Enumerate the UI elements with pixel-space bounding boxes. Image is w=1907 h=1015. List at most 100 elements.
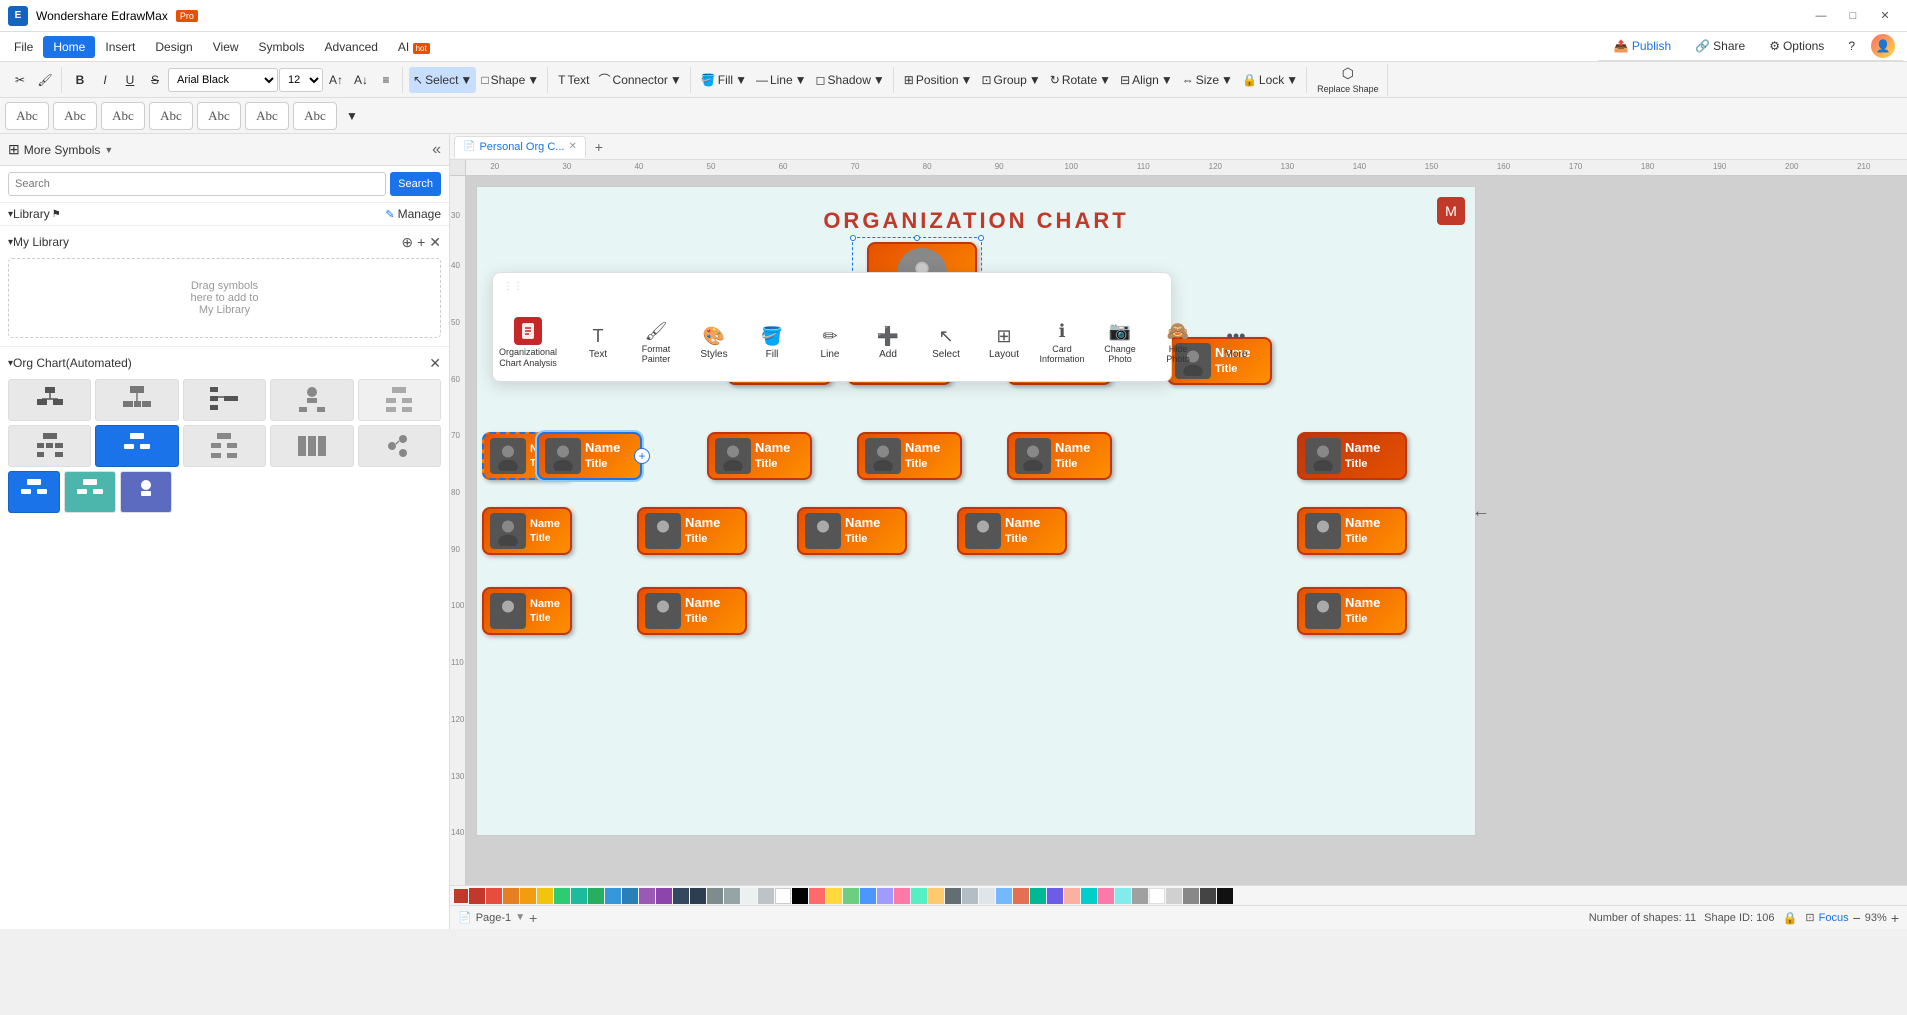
- close-tab-button[interactable]: ✕: [568, 141, 576, 152]
- color-swatch-gray2[interactable]: [724, 888, 740, 904]
- org-template-3[interactable]: [183, 379, 266, 421]
- increase-font-button[interactable]: A↑: [324, 67, 348, 93]
- shape-button[interactable]: □ Shape ▼: [477, 67, 543, 93]
- color-swatch-ex6[interactable]: [894, 888, 910, 904]
- ft-format-painter[interactable]: 🖌 FormatPainter: [631, 317, 681, 370]
- menu-advanced[interactable]: Advanced: [315, 36, 388, 58]
- shape-swatch-2[interactable]: Abc: [53, 102, 97, 130]
- color-swatch-purple2[interactable]: [656, 888, 672, 904]
- color-swatch-ex3[interactable]: [843, 888, 859, 904]
- color-swatch-ex13[interactable]: [1013, 888, 1029, 904]
- color-swatch-ex14[interactable]: [1030, 888, 1046, 904]
- drag-handle[interactable]: ⋮⋮: [503, 281, 511, 305]
- shadow-button[interactable]: ◻ Shadow ▼: [812, 67, 889, 93]
- group-button[interactable]: ⊡ Group ▼: [977, 67, 1044, 93]
- minimize-button[interactable]: —: [1807, 6, 1835, 26]
- ft-more[interactable]: ••• More: [1211, 322, 1261, 364]
- color-swatch-ex17[interactable]: [1081, 888, 1097, 904]
- ft-styles[interactable]: 🎨 Styles: [689, 322, 739, 364]
- color-swatch-ex1[interactable]: [809, 888, 825, 904]
- collapse-panel-button[interactable]: «: [432, 141, 441, 159]
- ft-card-info[interactable]: ℹ CardInformation: [1037, 317, 1087, 370]
- ft-change-photo[interactable]: 📷 ChangePhoto: [1095, 317, 1145, 370]
- color-swatch-yellow[interactable]: [537, 888, 553, 904]
- card-row3-4[interactable]: Name Title: [1007, 432, 1112, 480]
- share-button[interactable]: 🔗 Share: [1687, 37, 1753, 55]
- color-swatch-red1[interactable]: [469, 888, 485, 904]
- publish-button[interactable]: 📤 Publish: [1606, 37, 1679, 55]
- color-swatch-ex2[interactable]: [826, 888, 842, 904]
- add-connection-button[interactable]: +: [634, 448, 650, 464]
- options-button[interactable]: ⚙ Options: [1761, 37, 1832, 55]
- org-template-8[interactable]: [183, 425, 266, 467]
- ft-layout[interactable]: ⊞ Layout: [979, 322, 1029, 364]
- color-swatch-ex10[interactable]: [962, 888, 978, 904]
- menu-insert[interactable]: Insert: [95, 36, 145, 58]
- text-button[interactable]: T Text: [554, 67, 593, 93]
- color-swatch-green2[interactable]: [588, 888, 604, 904]
- maximize-button[interactable]: □: [1839, 6, 1867, 26]
- menu-symbols[interactable]: Symbols: [249, 36, 315, 58]
- color-swatch-ex21[interactable]: [1149, 888, 1165, 904]
- user-avatar[interactable]: 👤: [1871, 34, 1895, 58]
- color-swatch-gray1[interactable]: [707, 888, 723, 904]
- page-dropdown[interactable]: ▼: [515, 912, 525, 923]
- color-swatch-blue2[interactable]: [622, 888, 638, 904]
- shape-swatch-5[interactable]: Abc: [197, 102, 241, 130]
- add-to-library-button[interactable]: +: [417, 234, 425, 251]
- card-row4-2[interactable]: Name Title: [797, 507, 907, 555]
- position-button[interactable]: ⊞ Position ▼: [900, 67, 977, 93]
- replace-shape-button[interactable]: ⬡ Replace Shape: [1313, 64, 1383, 96]
- ft-line[interactable]: ✏ Line: [805, 322, 855, 364]
- color-swatch-light1[interactable]: [741, 888, 757, 904]
- connector-button[interactable]: ⌒ Connector ▼: [595, 67, 686, 93]
- line-button[interactable]: — Line ▼: [752, 67, 811, 93]
- org-template-6[interactable]: [8, 425, 91, 467]
- focus-label[interactable]: Focus: [1819, 912, 1849, 924]
- org-template-4[interactable]: [270, 379, 353, 421]
- align-tools-button[interactable]: ⊟ Align ▼: [1116, 67, 1177, 93]
- card-row4-3[interactable]: Name Title: [957, 507, 1067, 555]
- color-swatch-ex23[interactable]: [1183, 888, 1199, 904]
- more-shapes-button[interactable]: ▼: [340, 103, 364, 129]
- color-swatch-red2[interactable]: [486, 888, 502, 904]
- org-template-13[interactable]: [120, 471, 172, 513]
- card-row4-right[interactable]: Name Title: [1297, 507, 1407, 555]
- menu-view[interactable]: View: [203, 36, 249, 58]
- select-button[interactable]: ↖ Select ▼: [409, 67, 476, 93]
- org-template-10[interactable]: [358, 425, 441, 467]
- card-row4-partial[interactable]: Name Title: [482, 507, 572, 555]
- org-template-1[interactable]: [8, 379, 91, 421]
- shape-swatch-7[interactable]: Abc: [293, 102, 337, 130]
- shape-swatch-1[interactable]: Abc: [5, 102, 49, 130]
- ft-org-analysis[interactable]: OrganizationalChart Analysis: [503, 313, 553, 373]
- color-swatch-dark2[interactable]: [690, 888, 706, 904]
- color-swatch-ex22[interactable]: [1166, 888, 1182, 904]
- color-swatch-teal[interactable]: [571, 888, 587, 904]
- org-template-11[interactable]: [8, 471, 60, 513]
- help-button[interactable]: ?: [1840, 37, 1863, 55]
- decrease-font-button[interactable]: A↓: [349, 67, 373, 93]
- color-swatch-light2[interactable]: [758, 888, 774, 904]
- format-button[interactable]: 🖌: [33, 67, 57, 93]
- size-button[interactable]: ⇔ Size ▼: [1178, 67, 1237, 93]
- bold-button[interactable]: B: [68, 67, 92, 93]
- italic-button[interactable]: I: [93, 67, 117, 93]
- shape-swatch-3[interactable]: Abc: [101, 102, 145, 130]
- color-swatch-ex9[interactable]: [945, 888, 961, 904]
- card-row4-1[interactable]: Name Title: [637, 507, 747, 555]
- lock-button[interactable]: 🔒 Lock ▼: [1238, 67, 1302, 93]
- ft-hide-photo[interactable]: 🙈 Hide Photo: [1153, 317, 1203, 370]
- search-input[interactable]: [8, 172, 386, 196]
- color-swatch-black[interactable]: [792, 888, 808, 904]
- new-collection-button[interactable]: ⊕: [401, 234, 413, 251]
- strikethrough-button[interactable]: S: [143, 67, 167, 93]
- search-button[interactable]: Search: [390, 172, 441, 196]
- color-swatch-orange1[interactable]: [503, 888, 519, 904]
- org-template-9[interactable]: [270, 425, 353, 467]
- card-row3-1[interactable]: Name Title +: [537, 432, 642, 480]
- color-swatch-blue1[interactable]: [605, 888, 621, 904]
- ft-fill[interactable]: 🪣 Fill: [747, 322, 797, 364]
- color-swatch-ex11[interactable]: [979, 888, 995, 904]
- color-swatch-ex15[interactable]: [1047, 888, 1063, 904]
